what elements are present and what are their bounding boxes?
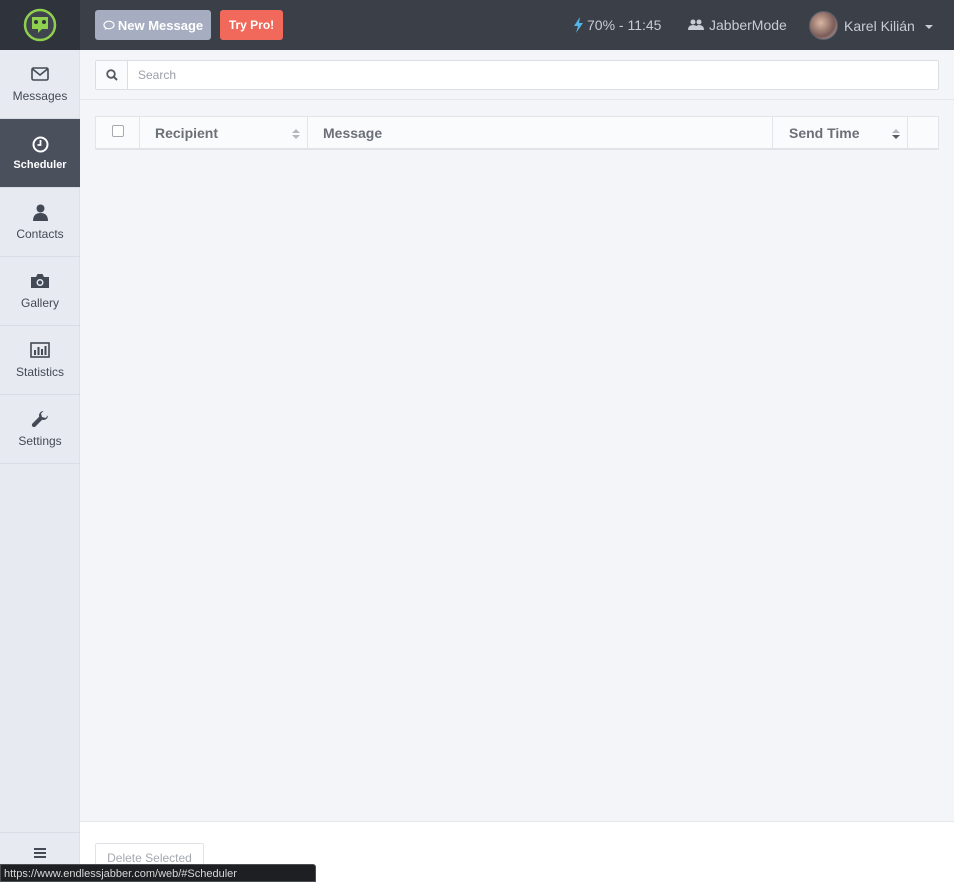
column-header-actions xyxy=(908,117,938,149)
sidebar-item-contacts[interactable]: Contacts xyxy=(0,188,80,257)
sidebar-item-label: Scheduler xyxy=(13,159,67,171)
sidebar-item-label: Messages xyxy=(12,89,68,103)
caret-down-icon xyxy=(924,24,933,29)
sidebar-item-label: Statistics xyxy=(15,365,64,379)
column-label: Message xyxy=(323,125,383,141)
search-box xyxy=(95,60,939,90)
user-name: Karel Kilián xyxy=(844,17,915,34)
user-icon xyxy=(32,203,48,221)
column-label: Send Time xyxy=(789,125,860,141)
hamburger-icon xyxy=(34,848,46,858)
select-all-cell xyxy=(96,117,140,149)
sidebar-item-label: Gallery xyxy=(20,296,59,310)
sort-desc-icon xyxy=(892,129,900,139)
delete-selected-label: Delete Selected xyxy=(107,851,192,865)
envelope-icon xyxy=(31,65,49,83)
jabbermode-link[interactable]: JabberMode xyxy=(688,17,787,33)
sidebar-item-label: Settings xyxy=(18,434,62,448)
speech-bubble-icon xyxy=(103,20,115,30)
sidebar-item-settings[interactable]: Settings xyxy=(0,395,80,464)
new-message-button[interactable]: New Message xyxy=(95,10,211,40)
lightning-icon xyxy=(574,17,583,33)
column-header-recipient[interactable]: Recipient xyxy=(140,117,308,149)
mode-label: JabberMode xyxy=(709,17,787,33)
divider xyxy=(80,99,954,100)
try-pro-button[interactable]: Try Pro! xyxy=(220,10,283,40)
logo-icon xyxy=(23,8,57,42)
sidebar-item-label: Contacts xyxy=(16,227,64,241)
user-menu[interactable]: Karel Kilián xyxy=(809,11,933,40)
top-bar: New Message Try Pro! 70% - 11:45 JabberM… xyxy=(0,0,954,50)
avatar xyxy=(809,11,838,40)
camera-icon xyxy=(30,272,50,290)
column-header-message[interactable]: Message xyxy=(308,117,773,149)
new-message-label: New Message xyxy=(117,17,204,33)
select-all-checkbox[interactable] xyxy=(111,124,124,137)
sidebar-item-scheduler[interactable]: Scheduler xyxy=(0,119,80,188)
scheduler-table-header: Recipient Message Send Time xyxy=(95,116,939,150)
sidebar-item-messages[interactable]: Messages xyxy=(0,50,80,119)
search-icon[interactable] xyxy=(96,61,128,89)
search-input[interactable] xyxy=(128,61,938,89)
sidebar-item-gallery[interactable]: Gallery xyxy=(0,257,80,326)
status-bar-url: https://www.endlessjabber.com/web/#Sched… xyxy=(0,864,316,882)
bar-chart-icon xyxy=(30,341,50,359)
battery-status: 70% - 11:45 xyxy=(574,17,661,33)
sidebar: Messages Scheduler Contacts Gallery Stat… xyxy=(0,50,80,882)
app-logo[interactable] xyxy=(0,0,80,50)
sidebar-item-statistics[interactable]: Statistics xyxy=(0,326,80,395)
battery-status-text: 70% - 11:45 xyxy=(587,17,662,33)
try-pro-label: Try Pro! xyxy=(228,18,275,32)
users-icon xyxy=(688,19,704,30)
wrench-icon xyxy=(31,410,49,428)
column-header-send-time[interactable]: Send Time xyxy=(773,117,908,149)
sort-icon xyxy=(292,129,300,139)
column-label: Recipient xyxy=(155,125,219,141)
clock-icon xyxy=(32,135,49,153)
